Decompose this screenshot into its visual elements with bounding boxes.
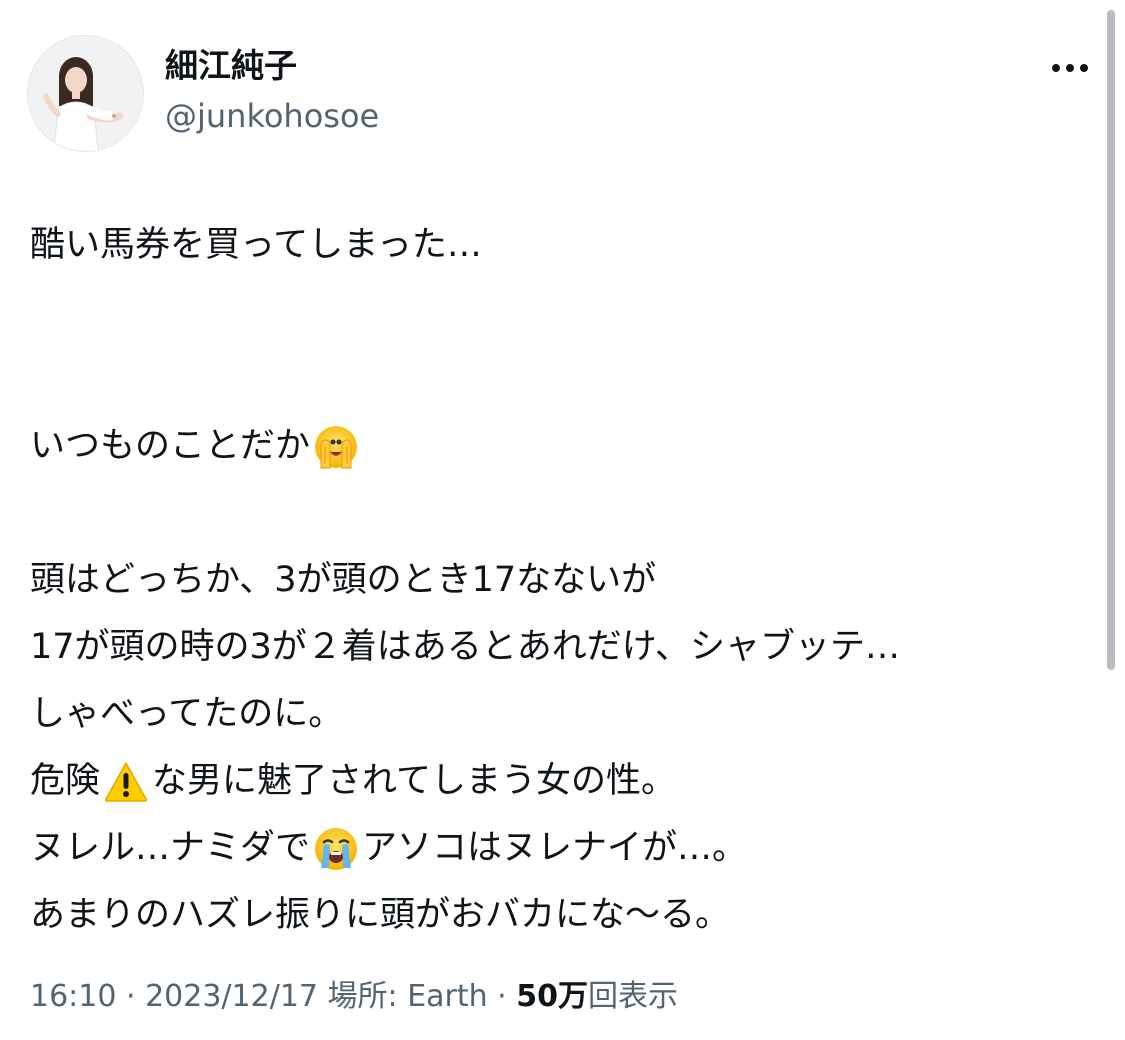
tweet-line-text: 危険 bbox=[30, 761, 101, 801]
tweet-line: ヌレル…ナミダで アソコはヌレナイが…。 bbox=[30, 815, 1090, 882]
views-label: 回表示 bbox=[588, 979, 678, 1014]
tweet-line-text: な男に魅了されてしまう女の性。 bbox=[152, 761, 676, 801]
avatar[interactable] bbox=[27, 35, 144, 152]
tweet-text: 酷い馬券を買ってしまった… いつものことだか 頭はどっちか、3が頭のとき17なな… bbox=[30, 212, 1090, 949]
tweet-line-text: いつものことだか bbox=[30, 426, 311, 466]
warning-emoji bbox=[103, 759, 149, 805]
tweet-location: 場所: Earth bbox=[327, 979, 488, 1014]
tweet-line-text: アソコはヌレナイが…。 bbox=[362, 828, 748, 868]
tweet-line: 酷い馬券を買ってしまった… bbox=[30, 212, 1090, 279]
more-options-button[interactable] bbox=[1040, 50, 1100, 86]
tweet-line: いつものことだか bbox=[30, 413, 1090, 480]
views-count: 50万 bbox=[516, 979, 588, 1014]
tweet-line: 危険 な男に魅了されてしまう女の性。 bbox=[30, 748, 1090, 815]
face-with-open-eyes-and-hand-over-mouth-emoji bbox=[313, 424, 359, 470]
tweet-line: 17が頭の時の3が２着はあるとあれだけ、シャブッテ… bbox=[30, 614, 1090, 681]
more-options-icon bbox=[1049, 64, 1091, 72]
tweet-date[interactable]: 2023/12/17 bbox=[145, 979, 318, 1014]
tweet-line-text: しゃべってたのに。 bbox=[30, 694, 344, 734]
meta-separator: · bbox=[116, 979, 146, 1014]
tweet-line: しゃべってたのに。 bbox=[30, 681, 1090, 748]
tweet-line-text: 酷い馬券を買ってしまった… bbox=[30, 225, 482, 265]
loudly-crying-face-emoji bbox=[313, 826, 359, 872]
meta-separator: · bbox=[487, 979, 517, 1014]
tweet-line-text: 17が頭の時の3が２着はあるとあれだけ、シャブッテ… bbox=[30, 627, 901, 667]
tweet-line: 頭はどっちか、3が頭のとき17なないが bbox=[30, 547, 1090, 614]
tweet-time[interactable]: 16:10 bbox=[30, 979, 116, 1014]
tweet-meta: 16:10 · 2023/12/17 場所: Earth · 50万回表示 bbox=[30, 975, 678, 1019]
handle[interactable]: @junkohosoe bbox=[165, 95, 379, 137]
scrollbar[interactable] bbox=[1107, 10, 1115, 670]
tweet-line-text: ヌレル…ナミダで bbox=[30, 828, 311, 868]
tweet-line-text: あまりのハズレ振りに頭がおバカにな〜る。 bbox=[30, 895, 731, 935]
tweet-line: あまりのハズレ振りに頭がおバカにな〜る。 bbox=[30, 882, 1090, 949]
tweet-line-text: 頭はどっちか、3が頭のとき17なないが bbox=[30, 560, 657, 600]
display-name[interactable]: 細江純子 bbox=[165, 44, 297, 88]
